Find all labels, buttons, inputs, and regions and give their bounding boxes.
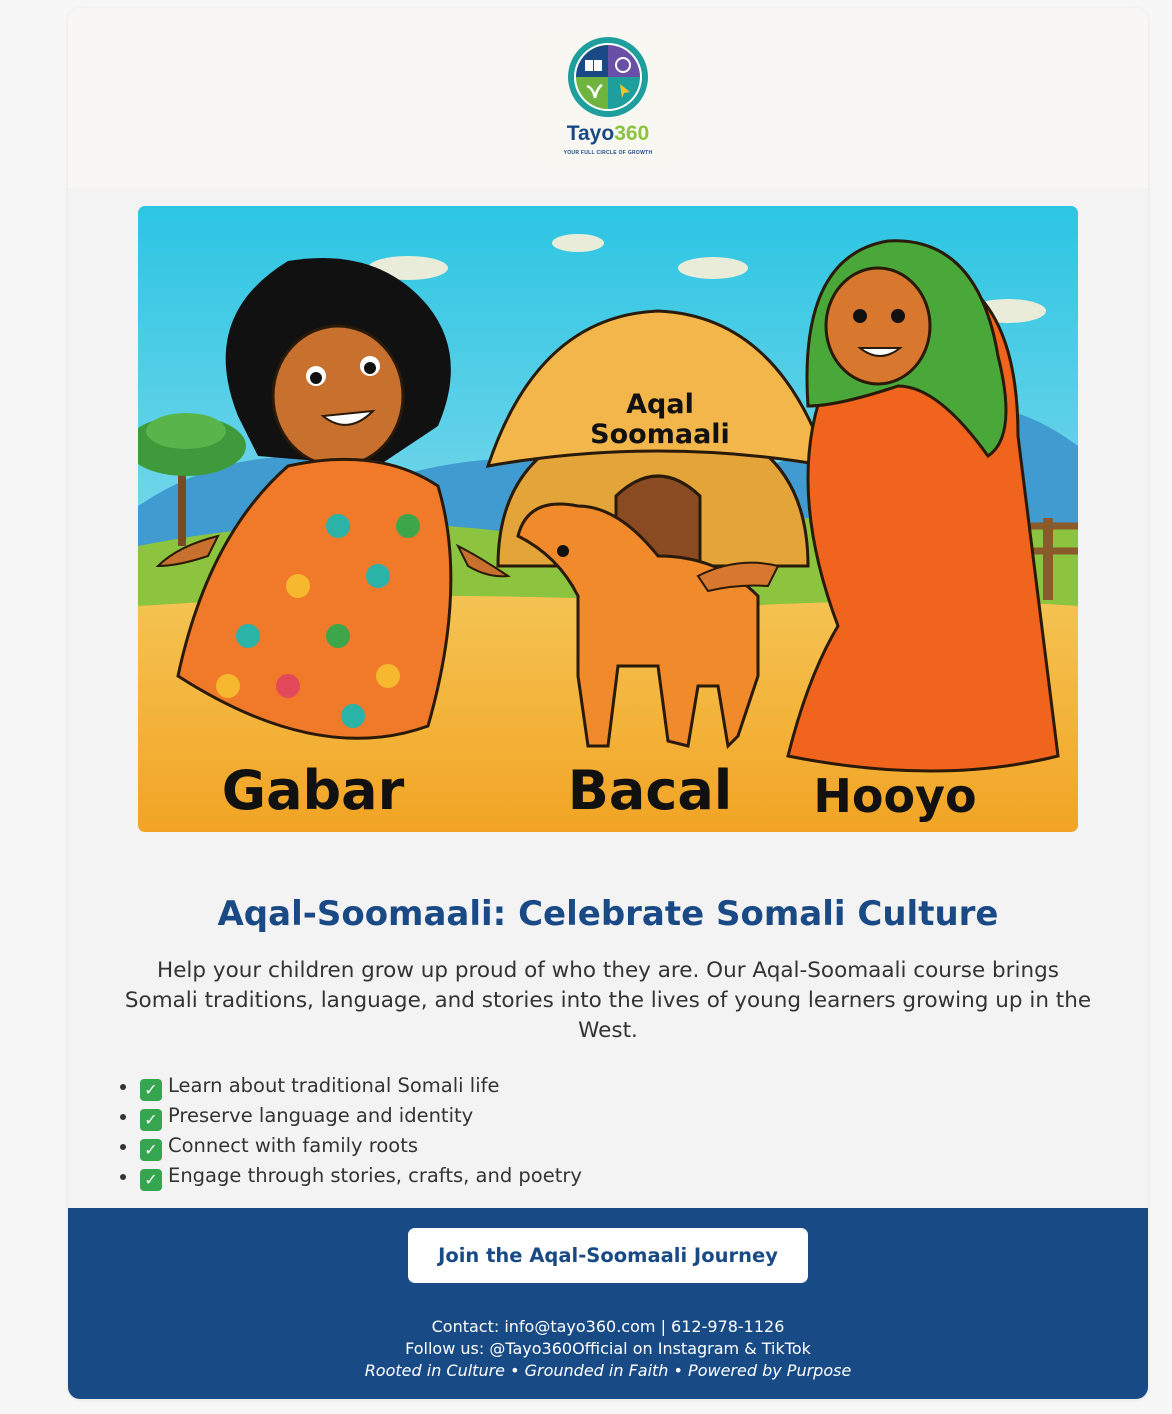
footer: Join the Aqal-Soomaali Journey Contact: … xyxy=(68,1208,1148,1399)
intro-line: West. xyxy=(578,1018,638,1043)
checkmark-icon: ✓ xyxy=(140,1109,162,1131)
intro-paragraph: Help your children grow up proud of who … xyxy=(98,956,1118,1046)
hut-label-line2: Soomaali xyxy=(590,419,730,450)
checkmark-icon: ✓ xyxy=(140,1139,162,1161)
feature-text: Connect with family roots xyxy=(168,1134,419,1157)
checkmark-icon: ✓ xyxy=(140,1079,162,1101)
page-title: Aqal-Soomaali: Celebrate Somali Culture xyxy=(217,894,999,934)
checkmark-icon: ✓ xyxy=(140,1169,162,1191)
list-item: ✓ Learn about traditional Somali life xyxy=(116,1071,1016,1101)
contact-info: Contact: info@tayo360.com | 612-978-1126… xyxy=(68,1316,1148,1382)
join-journey-button[interactable]: Join the Aqal-Soomaali Journey xyxy=(408,1228,808,1283)
feature-text: Engage through stories, crafts, and poet… xyxy=(168,1164,582,1187)
brand-name: Tayo360 xyxy=(566,122,650,145)
girl-label: Gabar xyxy=(222,759,405,822)
goat-label: Bacal xyxy=(568,759,733,822)
hut-label: Aqal xyxy=(626,389,694,420)
hero-illustration: Aqal Soomaali Gabar Bacal Hooyo xyxy=(138,206,1078,832)
brand-logo[interactable]: Tayo360 YOUR FULL CIRCLE OF GROWTH xyxy=(538,32,678,166)
feature-text: Learn about traditional Somali life xyxy=(168,1074,500,1097)
list-item: ✓ Engage through stories, crafts, and poe… xyxy=(116,1161,1016,1191)
contact-line[interactable]: Contact: info@tayo360.com | 612-978-1126 xyxy=(68,1316,1148,1338)
brand-tagline: YOUR FULL CIRCLE OF GROWTH xyxy=(563,150,653,156)
list-item: ✓ Preserve language and identity xyxy=(116,1101,1016,1131)
footer-tagline: Rooted in Culture • Grounded in Faith • … xyxy=(364,1361,852,1380)
list-item: ✓ Connect with family roots xyxy=(116,1131,1016,1161)
follow-line[interactable]: Follow us: @Tayo360Official on Instagram… xyxy=(68,1338,1148,1360)
feature-list: ✓ Learn about traditional Somali life ✓ Pr… xyxy=(116,1071,1016,1191)
intro-line: Somali traditions, language, and stories… xyxy=(124,988,1092,1013)
intro-line: Help your children grow up proud of who … xyxy=(157,958,1059,983)
feature-text: Preserve language and identity xyxy=(168,1104,474,1127)
header: Tayo360 YOUR FULL CIRCLE OF GROWTH xyxy=(68,8,1148,188)
email-card: Tayo360 YOUR FULL CIRCLE OF GROWTH Aqal … xyxy=(68,8,1148,1399)
mother-label: Hooyo xyxy=(813,769,976,823)
